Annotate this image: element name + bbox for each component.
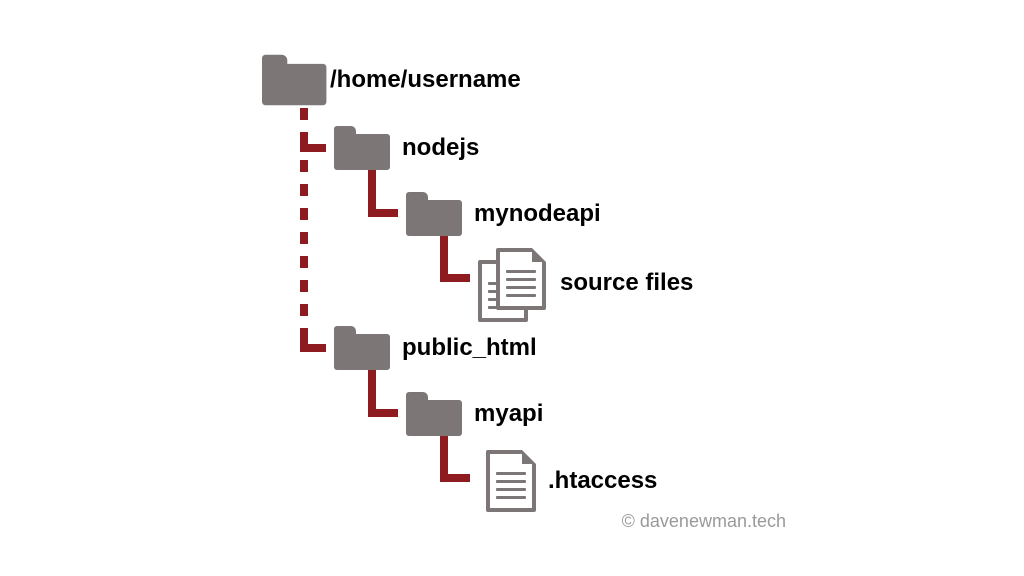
folder-icon	[262, 55, 326, 106]
tree-node-nodejs: nodejs	[334, 126, 479, 170]
folder-icon	[334, 126, 390, 170]
node-label-nodejs: nodejs	[402, 134, 479, 162]
tree-node-mynodeapi: mynodeapi	[406, 192, 601, 236]
node-label-mynodeapi: mynodeapi	[474, 200, 601, 228]
tree-node-publichtml: public_html	[334, 326, 537, 370]
credit-text: © davenewman.tech	[622, 511, 786, 532]
tree-node-root: /home/username	[262, 58, 521, 102]
tree-node-htaccess: .htaccess	[486, 450, 657, 512]
node-label-publichtml: public_html	[402, 334, 537, 362]
node-label-sourcefiles: source files	[560, 269, 693, 297]
node-label-htaccess: .htaccess	[548, 467, 657, 495]
directory-tree-diagram: /home/username nodejs mynodeapi source f…	[0, 0, 1024, 576]
file-icon	[486, 450, 536, 512]
tree-node-sourcefiles: source files	[478, 248, 693, 318]
files-icon	[478, 248, 548, 318]
folder-icon	[334, 326, 390, 370]
tree-node-myapi: myapi	[406, 392, 543, 436]
node-label-root: /home/username	[330, 66, 521, 94]
node-label-myapi: myapi	[474, 400, 543, 428]
folder-icon	[406, 192, 462, 236]
folder-icon	[406, 392, 462, 436]
